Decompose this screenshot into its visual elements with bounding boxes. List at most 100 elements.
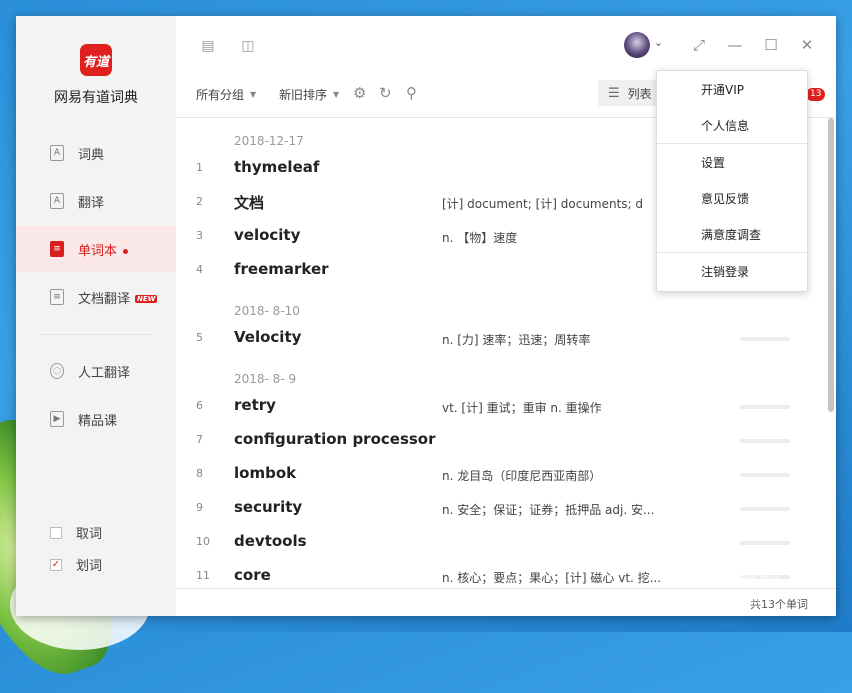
row-number: 3 [196, 229, 203, 242]
row-definition: n. 核心；要点；果心；[计] 磁心 vt. 挖... [442, 571, 662, 585]
unread-dot [123, 248, 129, 254]
group-filter-dropdown[interactable]: 所有分组 ▼ [196, 86, 256, 103]
table-row[interactable]: 6 retry vt. [计] 重试；重审 n. 重操作 [176, 392, 816, 420]
wordbook-icon: ≡ [50, 241, 64, 257]
table-row[interactable]: 5 Velocity n. [力] 速率；迅速；周转率 [176, 324, 816, 352]
select-word-label: 划词 [76, 559, 103, 574]
maximize-button[interactable]: ☐ [762, 36, 780, 54]
row-word[interactable]: retry [234, 396, 276, 414]
sidebar-item-label: 文档翻译 NEW [78, 288, 158, 307]
row-number: 10 [196, 535, 210, 548]
gear-icon[interactable]: ⚙ [353, 84, 366, 102]
date-header: 2018- 8-10 [234, 304, 300, 318]
list-view-label: 列表 [627, 86, 652, 101]
search-icon[interactable]: ⚲ [406, 84, 417, 102]
row-definition: n. 安全；保证；证券；抵押品 adj. 安... [442, 503, 655, 517]
row-word[interactable]: configuration processor [234, 430, 436, 448]
chevron-down-icon[interactable]: ⌄ [654, 36, 663, 49]
sidebar-item-dictionary[interactable]: A 词典 [16, 130, 176, 176]
table-row[interactable]: 7 configuration processor [176, 426, 816, 454]
dictionary-icon: A [50, 145, 64, 161]
row-number: 1 [196, 161, 203, 174]
menu-item-vip[interactable]: 开通VIP [657, 71, 807, 107]
proficiency-bar [740, 337, 790, 341]
row-word[interactable]: velocity [234, 226, 300, 244]
caret-down-icon: ▼ [333, 90, 340, 99]
row-number: 9 [196, 501, 203, 514]
row-word[interactable]: security [234, 498, 302, 516]
capture-word-toggle[interactable]: 取词 [50, 523, 102, 542]
sidebar-item-label: 单词本 [78, 240, 129, 259]
new-badge: NEW [135, 295, 158, 303]
sidebar-item-human-translate[interactable]: ◌ 人工翻译 [16, 348, 176, 394]
menu-item-profile[interactable]: 个人信息 [657, 107, 807, 143]
list-icon: ☰ [608, 85, 620, 101]
headset-icon: ◌ [50, 363, 64, 379]
sidebar-item-doc-translate[interactable]: ≡ 文档翻译 NEW [16, 274, 176, 320]
document-icon: ≡ [50, 289, 64, 305]
date-header: 2018-12-17 [234, 134, 304, 148]
menu-item-feedback[interactable]: 意见反馈 [657, 180, 807, 216]
sidebar: 有道 网易有道词典 A 词典 A 翻译 ≡ 单词本 ≡ 文档翻译 NEW ◌ 人工… [16, 16, 176, 616]
table-row[interactable]: 8 lombok n. 龙目岛（印度尼西亚南部） [176, 460, 816, 488]
translate-icon: A [50, 193, 64, 209]
app-name: 网易有道词典 [54, 90, 138, 106]
sidebar-item-text: 文档翻译 [78, 291, 131, 307]
sidebar-item-label: 词典 [78, 147, 105, 163]
avatar[interactable] [624, 32, 650, 58]
row-word[interactable]: thymeleaf [234, 158, 319, 176]
sidebar-item-label: 人工翻译 [78, 365, 131, 381]
row-number: 5 [196, 331, 203, 344]
caret-down-icon: ▼ [250, 90, 257, 99]
sidebar-item-label: 精品课 [78, 413, 118, 429]
close-button[interactable]: ✕ [798, 36, 816, 54]
group-filter-label: 所有分组 [196, 88, 245, 102]
row-word[interactable]: Velocity [234, 328, 301, 346]
menu-item-label: 意见反馈 [701, 191, 750, 206]
list-view-button[interactable]: ☰ 列表 [598, 80, 662, 106]
menu-item-label: 满意度调查 [701, 227, 762, 242]
proficiency-bar [740, 541, 790, 545]
play-icon: ▶ [50, 411, 64, 427]
capture-word-checkbox[interactable] [50, 526, 62, 539]
menu-item-label: 开通VIP [701, 82, 744, 97]
table-row[interactable]: 9 security n. 安全；保证；证券；抵押品 adj. 安... [176, 494, 816, 522]
mini-mode-icon[interactable]: ⤢ [690, 36, 708, 54]
sidebar-item-courses[interactable]: ▶ 精品课 [16, 396, 176, 442]
word-list-scrollbar[interactable] [826, 118, 836, 588]
sidebar-divider [40, 334, 152, 335]
select-word-checkbox[interactable]: ✓ [50, 558, 62, 571]
sort-dropdown[interactable]: 新旧排序 ▼ [279, 86, 339, 103]
row-word[interactable]: freemarker [234, 260, 329, 278]
menu-item-label: 注销登录 [701, 264, 750, 279]
count-badge: 13 [806, 88, 826, 101]
menu-item-logout[interactable]: 注销登录 [657, 253, 807, 289]
menu-item-label: 个人信息 [701, 118, 750, 133]
row-definition: n. 【物】速度 [442, 231, 518, 245]
row-word[interactable]: 文档 [234, 192, 264, 213]
scrollbar-thumb[interactable] [828, 118, 834, 412]
row-number: 4 [196, 263, 203, 276]
row-definition: n. [力] 速率；迅速；周转率 [442, 333, 591, 347]
sidebar-item-text: 单词本 [78, 243, 118, 259]
row-word[interactable]: devtools [234, 532, 307, 550]
menu-item-settings[interactable]: 设置 [657, 144, 807, 180]
row-number: 7 [196, 433, 203, 446]
date-header: 2018- 8- 9 [234, 372, 297, 386]
sidebar-item-translate[interactable]: A 翻译 [16, 178, 176, 224]
screenshot-icon[interactable]: ◫ [240, 38, 256, 54]
watermark: Baidu经验 [660, 566, 782, 591]
select-word-toggle[interactable]: ✓ 划词 [50, 555, 102, 574]
document-icon[interactable]: ▤ [200, 38, 216, 54]
proficiency-bar [740, 507, 790, 511]
minimize-button[interactable]: — [726, 36, 744, 54]
row-number: 8 [196, 467, 203, 480]
sidebar-item-wordbook[interactable]: ≡ 单词本 [16, 226, 176, 272]
user-menu: 开通VIP 个人信息 设置 意见反馈 满意度调查 注销登录 [656, 70, 808, 292]
sync-icon[interactable]: ↻ [379, 84, 392, 102]
row-word[interactable]: lombok [234, 464, 296, 482]
menu-item-survey[interactable]: 满意度调查 [657, 216, 807, 252]
table-row[interactable]: 10 devtools [176, 528, 816, 556]
menu-item-label: 设置 [701, 155, 726, 170]
row-word[interactable]: core [234, 566, 271, 584]
